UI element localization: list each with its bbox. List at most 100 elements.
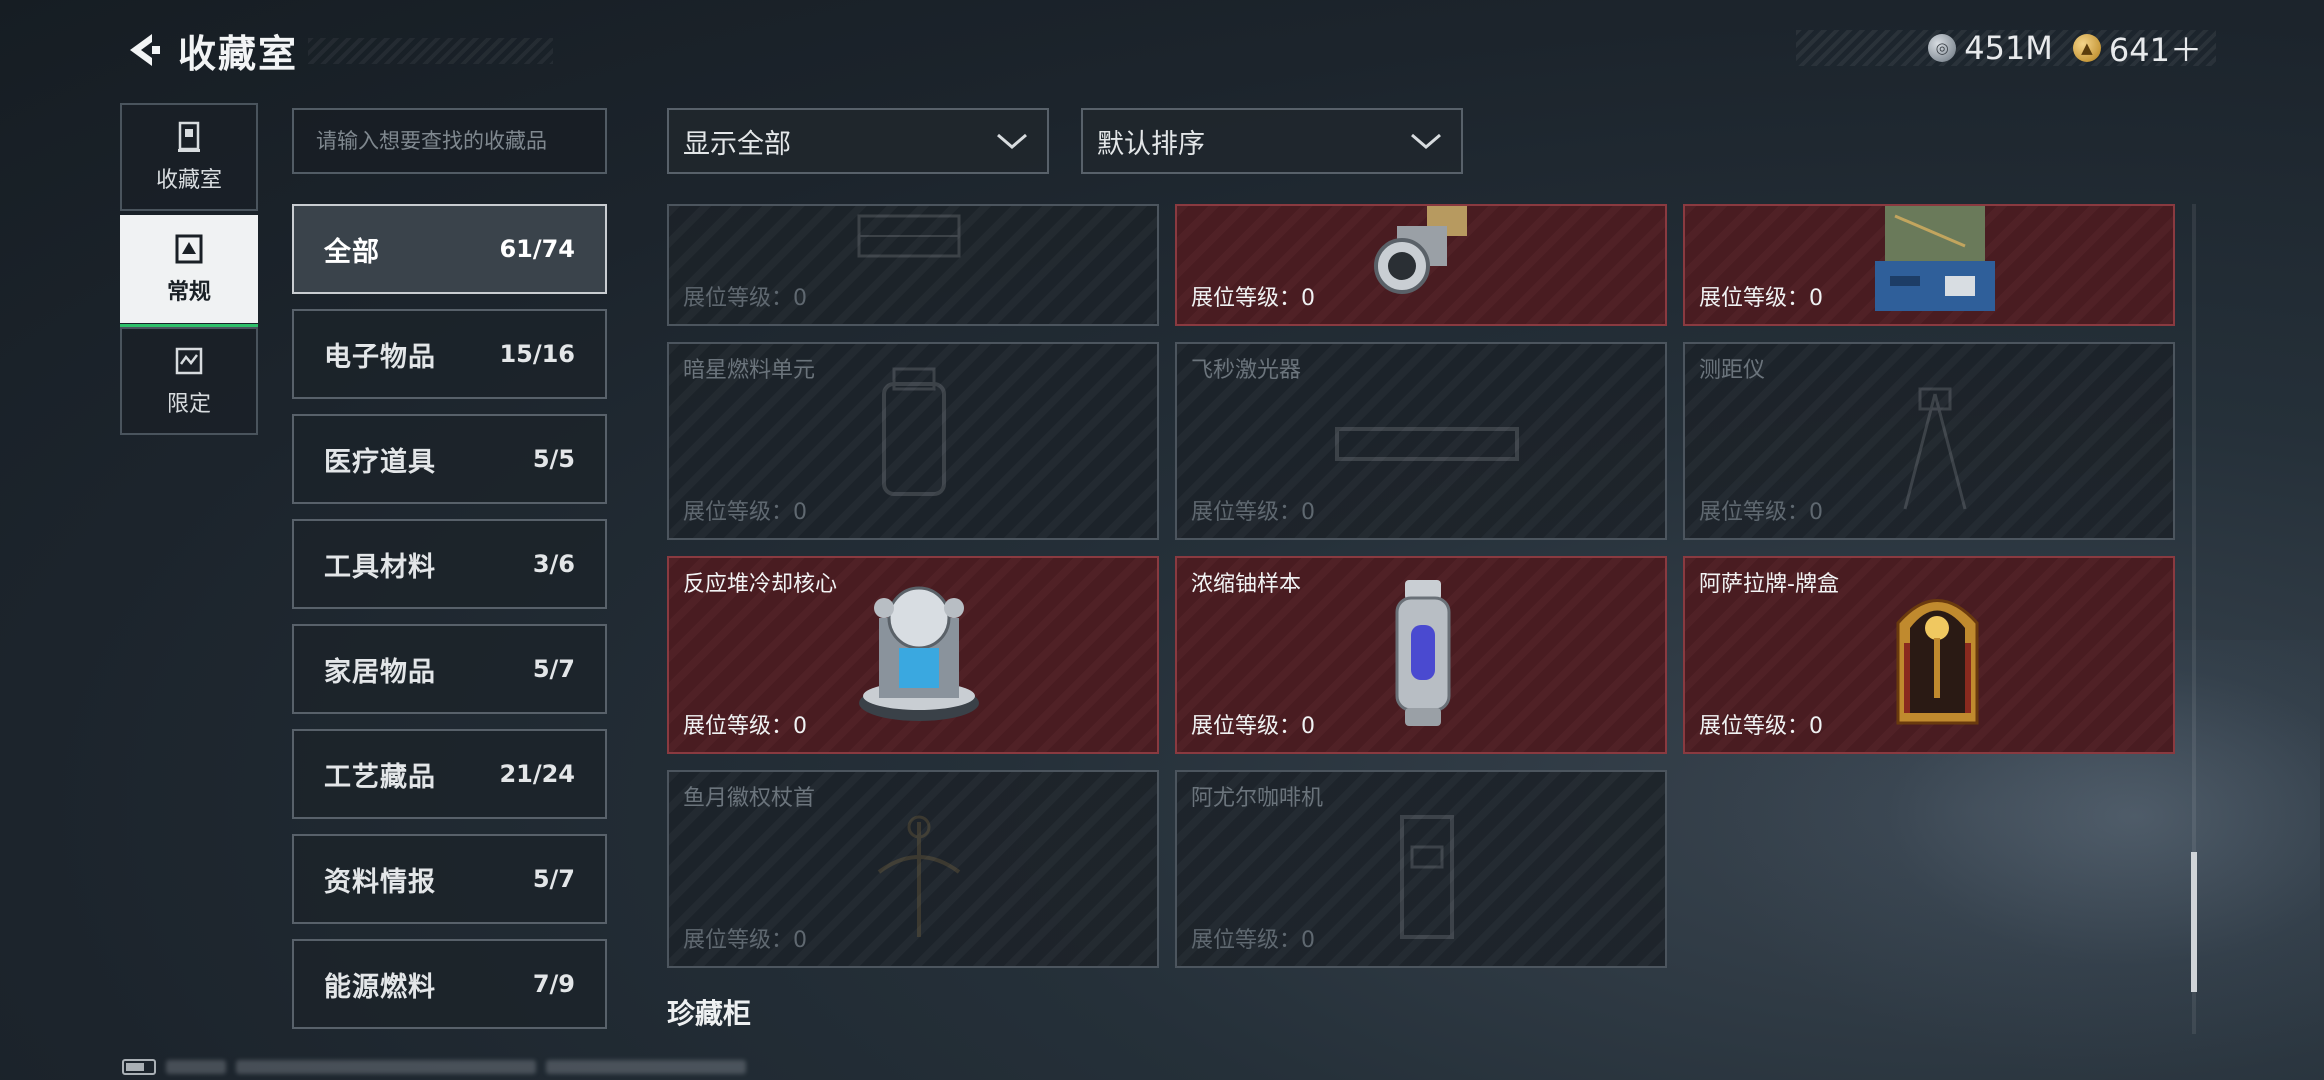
status-info-redacted [546, 1060, 746, 1074]
item-name: 反应堆冷却核心 [683, 572, 838, 597]
chevron-down-icon [997, 133, 1027, 149]
silver-coin-icon: ◎ [1928, 34, 1957, 62]
category-tools[interactable]: 工具材料 3/6 [292, 519, 607, 609]
collection-card[interactable]: 飞秒激光器 展位等级：0 [1175, 342, 1667, 540]
gold-amount: 641＋ [2108, 31, 2202, 69]
collection-card[interactable]: 暗星燃料单元 展位等级：0 [667, 342, 1159, 540]
rangefinder-icon [1903, 387, 1967, 510]
booth-level: 展位等级：0 [1699, 714, 1823, 739]
search-box[interactable] [292, 108, 607, 174]
category-count: 7/9 [532, 970, 575, 998]
section-title: 珍藏柜 [667, 997, 752, 1030]
card-box-icon [1896, 599, 1979, 725]
gold-coin-icon: ▲ [2072, 34, 2101, 62]
nav-item-display-room[interactable]: 收藏室 [120, 103, 258, 211]
category-name: 电子物品 [324, 341, 436, 373]
back-arrow-icon [130, 34, 160, 66]
scrollbar-thumb[interactable] [2191, 852, 2197, 992]
item-name: 浓缩铀样本 [1191, 572, 1302, 597]
collection-card[interactable]: 鱼月徽权杖首 展位等级：0 [667, 770, 1159, 968]
category-name: 能源燃料 [324, 971, 436, 1003]
category-name: 工艺藏品 [324, 761, 436, 793]
nav-item-label: 常规 [166, 280, 211, 305]
category-count: 61/74 [499, 235, 575, 263]
nav-item-label: 收藏室 [155, 168, 222, 193]
booth-level: 展位等级：0 [1191, 714, 1315, 739]
back-button[interactable] [118, 22, 170, 78]
collection-card[interactable]: 浓缩铀样本 展位等级：0 [1175, 556, 1667, 754]
category-count: 5/7 [532, 865, 575, 893]
gold-currency[interactable]: ▲ 641＋ [2072, 25, 2202, 71]
silver-currency[interactable]: ◎ 451M [1928, 29, 2053, 67]
search-input[interactable] [316, 129, 583, 153]
category-list: 全部 61/74 电子物品 15/16 医疗道具 5/5 工具材料 3/6 家居… [292, 204, 607, 1044]
collection-grid: 展位等级：0 展位等级：0 展位等级：0 暗星燃料单元 展位等级：0 飞秒激光器… [667, 204, 2177, 1042]
category-count: 5/5 [532, 445, 575, 473]
item-name: 飞秒激光器 [1191, 358, 1302, 383]
collection-card[interactable]: 展位等级：0 [1683, 204, 2175, 326]
collection-card[interactable]: 阿尤尔咖啡机 展位等级：0 [1175, 770, 1667, 968]
coffee-machine-icon [1400, 815, 1454, 939]
collection-card[interactable]: 测距仪 展位等级：0 [1683, 342, 2175, 540]
booth-level: 展位等级：0 [1191, 500, 1315, 525]
display-filter-dropdown[interactable]: 显示全部 [667, 108, 1049, 174]
collection-card[interactable]: 阿萨拉牌-牌盒 展位等级：0 [1683, 556, 2175, 754]
category-electronics[interactable]: 电子物品 15/16 [292, 309, 607, 399]
status-info-redacted [236, 1060, 536, 1074]
scepter-head-icon [877, 815, 961, 937]
category-intel[interactable]: 资料情报 5/7 [292, 834, 607, 924]
booth-level: 展位等级：0 [683, 286, 807, 311]
fuel-cell-icon [882, 367, 946, 496]
nav-item-label: 限定 [166, 392, 211, 417]
left-nav: 收藏室 常规 限定 [120, 103, 258, 439]
category-all[interactable]: 全部 61/74 [292, 204, 607, 294]
booth-level: 展位等级：0 [1191, 928, 1315, 953]
collection-card[interactable]: 展位等级：0 [1175, 204, 1667, 326]
status-info-redacted [166, 1060, 226, 1074]
collection-card[interactable]: 展位等级：0 [667, 204, 1159, 326]
item-artwork-icon [1875, 206, 1995, 311]
display-case-icon [172, 120, 206, 154]
category-name: 家居物品 [324, 656, 436, 688]
item-artwork-icon [1374, 206, 1467, 294]
category-count: 3/6 [532, 550, 575, 578]
chevron-down-icon [1411, 133, 1441, 149]
category-crafts[interactable]: 工艺藏品 21/24 [292, 729, 607, 819]
nav-item-limited[interactable]: 限定 [120, 327, 258, 435]
laser-icon [1335, 427, 1519, 461]
booth-level: 展位等级：0 [683, 928, 807, 953]
item-name: 暗星燃料单元 [683, 358, 816, 383]
category-household[interactable]: 家居物品 5/7 [292, 624, 607, 714]
item-name: 阿萨拉牌-牌盒 [1699, 572, 1839, 597]
category-name: 工具材料 [324, 551, 436, 583]
category-name: 全部 [324, 236, 380, 268]
category-medical[interactable]: 医疗道具 5/5 [292, 414, 607, 504]
item-name: 鱼月徽权杖首 [683, 786, 816, 811]
sort-dropdown[interactable]: 默认排序 [1081, 108, 1463, 174]
title-bar: 收藏室 [178, 22, 553, 78]
limited-collection-icon [172, 344, 206, 378]
category-count: 5/7 [532, 655, 575, 683]
booth-level: 展位等级：0 [683, 500, 807, 525]
nav-item-regular[interactable]: 常规 [120, 215, 258, 329]
item-name: 测距仪 [1699, 358, 1766, 383]
currency-bar: ◎ 451M ▲ 641＋ [1796, 29, 2216, 69]
reactor-core-icon [859, 586, 979, 721]
regular-collection-icon [172, 232, 206, 266]
collection-card[interactable]: 反应堆冷却核心 展位等级：0 [667, 556, 1159, 754]
uranium-sample-icon [1395, 580, 1451, 726]
page-title: 收藏室 [178, 31, 299, 76]
category-count: 15/16 [499, 340, 575, 368]
battery-icon [122, 1059, 156, 1075]
booth-level: 展位等级：0 [1699, 500, 1823, 525]
booth-level: 展位等级：0 [1699, 286, 1823, 311]
status-bar [122, 1058, 746, 1076]
category-count: 21/24 [499, 760, 575, 788]
booth-level: 展位等级：0 [683, 714, 807, 739]
category-energy[interactable]: 能源燃料 7/9 [292, 939, 607, 1029]
booth-level: 展位等级：0 [1191, 286, 1315, 311]
silver-amount: 451M [1964, 29, 2053, 67]
sort-value: 默认排序 [1097, 128, 1205, 160]
item-artwork-icon [857, 214, 961, 258]
category-name: 资料情报 [324, 866, 436, 898]
